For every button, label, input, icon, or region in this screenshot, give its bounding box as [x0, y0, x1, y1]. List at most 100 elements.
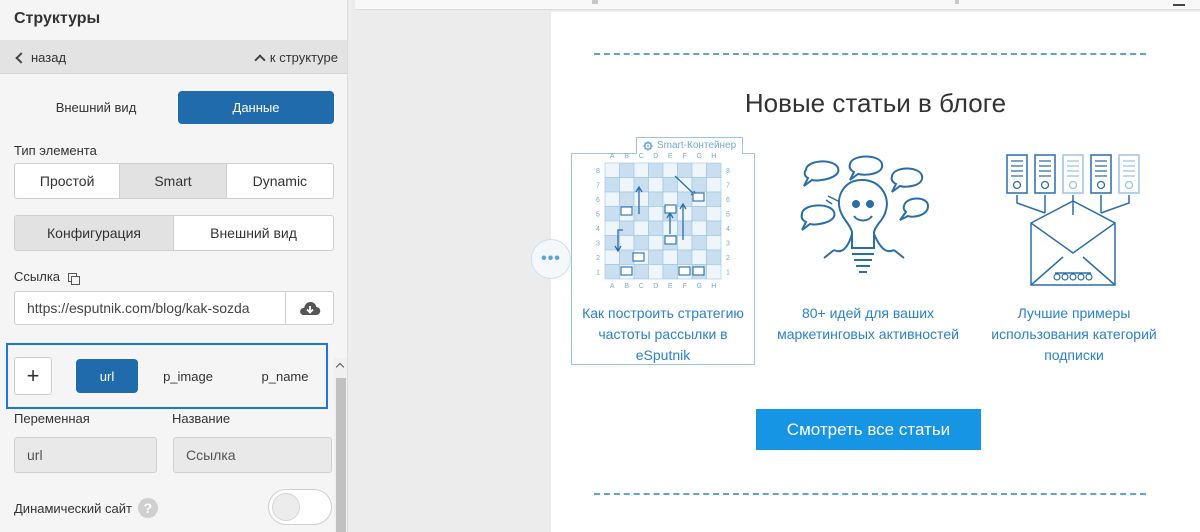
panel-title: Структуры — [14, 10, 101, 27]
panel-navbar: назад к структуре — [0, 40, 347, 74]
dynamic-site-row: Динамический сайт ? — [14, 498, 158, 518]
chess-square — [648, 177, 664, 193]
divider-top — [594, 53, 1146, 55]
article-1-line-3: eSputnik — [635, 347, 691, 363]
variable-tab-p-name[interactable]: p_name — [250, 359, 320, 393]
more-options-button[interactable]: ••• — [531, 239, 571, 279]
chess-col-label: B — [624, 283, 629, 290]
tab-appearance[interactable]: Внешний вид — [18, 91, 174, 124]
to-structure-button[interactable]: к структуре — [254, 50, 338, 66]
chess-square — [677, 235, 693, 251]
chess-square — [677, 162, 693, 178]
chess-square — [604, 177, 620, 193]
article-2-line-2: маркетинговых активностей — [777, 326, 959, 342]
chess-col-label: E — [668, 153, 673, 160]
chess-square — [662, 162, 678, 178]
type-option-smart[interactable]: Smart — [120, 164, 227, 198]
chess-row-label: 6 — [726, 197, 730, 204]
chess-square — [633, 220, 649, 236]
copy-icon[interactable] — [67, 273, 80, 285]
chessboard-icon: A A B B C C D D E E F F G G H H 8 8 7 7 6 6 5 5 4 4 3 3 2 2 1 1 — [596, 153, 730, 290]
chess-row-label: 2 — [726, 255, 730, 262]
link-label-row: Ссылка — [14, 269, 80, 285]
chess-square — [691, 177, 707, 193]
dynamic-site-toggle[interactable] — [268, 489, 332, 525]
chess-square — [677, 220, 693, 236]
chess-square — [662, 264, 678, 280]
view-all-articles-button[interactable]: Смотреть все статьи — [756, 409, 981, 450]
article-2-line-1: 80+ идей для ваших — [801, 305, 935, 321]
chess-row-label: 3 — [726, 240, 730, 247]
chess-row-label: 4 — [726, 226, 730, 233]
config-tabs: Конфигурация Внешний вид — [14, 215, 334, 251]
chess-row-label: 7 — [726, 182, 730, 189]
blog-heading[interactable]: Новые статьи в блоге — [551, 88, 1200, 119]
chess-square — [604, 162, 620, 178]
chess-square — [706, 264, 722, 280]
article-3-line-2: использования категорий — [991, 326, 1157, 342]
chess-square — [604, 249, 620, 265]
help-icon[interactable]: ? — [137, 498, 158, 518]
chess-square — [677, 249, 693, 265]
chess-square — [691, 235, 707, 251]
scrollbar-thumb[interactable] — [336, 378, 346, 532]
variable-tab-url[interactable]: url — [76, 359, 138, 393]
name-label: Название — [172, 411, 231, 426]
chess-square — [633, 235, 649, 251]
cloud-download-button[interactable] — [286, 291, 334, 325]
article-1-line-1: Как построить стратегию — [582, 305, 744, 321]
chess-square — [633, 264, 649, 280]
chess-square — [648, 162, 664, 178]
divider-bottom — [594, 493, 1146, 495]
chess-square — [677, 191, 693, 207]
close-icon[interactable] — [1173, 4, 1185, 6]
chess-col-label: F — [683, 283, 687, 290]
variable-tab-p-image[interactable]: p_image — [152, 359, 224, 393]
chess-square — [648, 264, 664, 280]
article-title-3[interactable]: Лучшие примеры использования категорий п… — [980, 303, 1168, 366]
article-3-line-3: подписки — [1044, 347, 1104, 363]
tab-data[interactable]: Данные — [178, 91, 334, 124]
chess-square — [633, 162, 649, 178]
link-input[interactable]: https://esputnik.com/blog/kak-sozda — [14, 291, 286, 325]
chess-col-label: G — [697, 283, 702, 290]
type-option-dynamic[interactable]: Dynamic — [227, 164, 333, 198]
dynamic-site-label: Динамический сайт — [14, 500, 132, 516]
chess-row-label: 3 — [596, 240, 600, 247]
chess-row-label: 8 — [596, 168, 600, 175]
article-title-1[interactable]: Как построить стратегию частоты рассылки… — [573, 303, 753, 366]
chess-square — [604, 264, 620, 280]
preview-toolbar — [355, 0, 1200, 10]
chess-square — [619, 162, 635, 178]
chess-square — [662, 177, 678, 193]
chess-square — [691, 206, 707, 222]
cloud-download-icon — [299, 302, 320, 315]
envelope-icon — [1006, 154, 1140, 286]
add-variable-button[interactable]: + — [14, 357, 52, 395]
chess-square — [706, 191, 722, 207]
back-button[interactable]: назад — [14, 50, 66, 65]
tab-configuration[interactable]: Конфигурация — [15, 216, 174, 250]
chess-square — [604, 220, 620, 236]
chess-square — [633, 206, 649, 222]
chess-square — [604, 191, 620, 207]
chess-col-label: G — [697, 153, 702, 160]
chess-square — [691, 249, 707, 265]
element-type-label: Тип элемента — [14, 143, 97, 158]
chess-col-label: A — [610, 283, 615, 290]
chess-square — [662, 249, 678, 265]
chess-square — [619, 249, 635, 265]
chess-col-label: C — [639, 283, 644, 290]
article-title-2[interactable]: 80+ идей для ваших маркетинговых активно… — [768, 303, 968, 345]
chess-square — [633, 191, 649, 207]
chess-row-label: 7 — [596, 182, 600, 189]
chess-square — [648, 191, 664, 207]
tab-config-appearance[interactable]: Внешний вид — [174, 216, 333, 250]
type-option-simple[interactable]: Простой — [15, 164, 121, 198]
chess-square — [619, 235, 635, 251]
chess-square — [619, 177, 635, 193]
chess-square — [648, 206, 664, 222]
chess-square — [619, 220, 635, 236]
to-structure-label: к структуре — [269, 50, 338, 65]
back-label: назад — [31, 50, 67, 65]
